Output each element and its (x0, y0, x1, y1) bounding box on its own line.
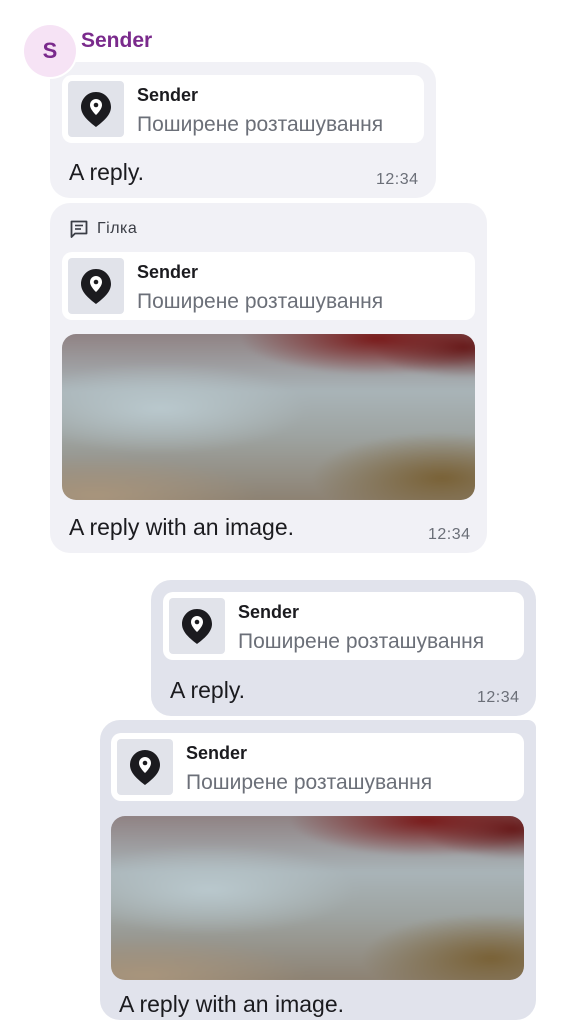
message-bubble[interactable]: Гілка Sender Поширене розташування A rep… (50, 203, 487, 553)
message-time: 12:34 (376, 171, 419, 188)
message-bubble[interactable]: Sender Поширене розташування A reply. 12… (151, 580, 536, 716)
reply-text: Поширене розташування (238, 630, 485, 653)
message-time: 12:34 (477, 689, 520, 706)
message-time: 12:34 (428, 526, 471, 543)
reply-sender: Sender (137, 85, 199, 105)
message-image[interactable] (111, 816, 524, 980)
location-thumbnail (68, 81, 124, 137)
reply-sender: Sender (186, 743, 248, 763)
reply-quote[interactable]: Sender Поширене розташування (111, 733, 524, 801)
reply-quote[interactable]: Sender Поширене розташування (62, 252, 475, 320)
thread-summary[interactable]: Гілка (69, 219, 137, 239)
location-pin-icon (81, 92, 111, 127)
reply-text: Поширене розташування (137, 113, 384, 136)
location-thumbnail (117, 739, 173, 795)
blurred-image (62, 334, 475, 500)
message-bubble[interactable]: Sender Поширене розташування A reply wit… (100, 720, 536, 1020)
location-thumbnail (68, 258, 124, 314)
blurred-image (111, 816, 524, 980)
sender-avatar[interactable]: S (24, 25, 76, 77)
thread-icon (70, 220, 88, 238)
reply-text: Поширене розташування (137, 290, 384, 313)
reply-sender: Sender (238, 602, 300, 622)
reply-quote[interactable]: Sender Поширене розташування (163, 592, 524, 660)
location-pin-icon (182, 609, 212, 644)
sender-name[interactable]: Sender (81, 28, 152, 54)
message-text: A reply with an image. (69, 514, 295, 540)
message-text: A reply. (170, 677, 245, 703)
message-text: A reply. (69, 159, 144, 185)
reply-text: Поширене розташування (186, 771, 433, 794)
message-bubble[interactable]: Sender Поширене розташування A reply. 12… (50, 62, 436, 198)
reply-quote[interactable]: Sender Поширене розташування (62, 75, 424, 143)
location-thumbnail (169, 598, 225, 654)
avatar-initial: S (42, 38, 58, 63)
message-text: A reply with an image. (119, 991, 345, 1017)
reply-sender: Sender (137, 262, 199, 282)
location-pin-icon (81, 269, 111, 304)
thread-label: Гілка (97, 220, 138, 237)
location-pin-icon (130, 750, 160, 785)
message-image[interactable] (62, 334, 475, 500)
